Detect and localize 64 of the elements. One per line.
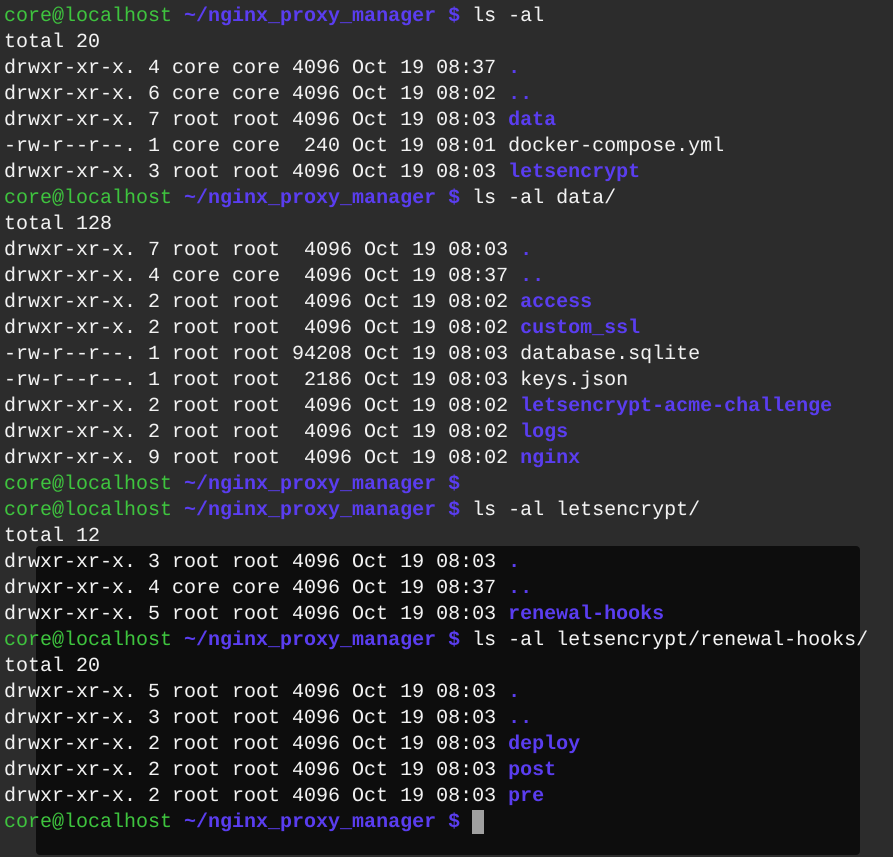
file-details: -rw-r--r--. 1 root root 2186 Oct 19 08:03 [4, 368, 508, 394]
file-details: drwxr-xr-x. 2 root root 4096 Oct 19 08:03 [4, 784, 496, 810]
directory-name: letsencrypt-acme-challenge [520, 394, 832, 420]
directory-name: .. [508, 576, 532, 602]
prompt-user: core@localhost [4, 498, 172, 524]
prompt-user: core@localhost [4, 4, 172, 30]
directory-name: letsencrypt [508, 160, 640, 186]
file-details: drwxr-xr-x. 2 root root 4096 Oct 19 08:03 [4, 758, 496, 784]
directory-name: logs [520, 420, 568, 446]
directory-name: .. [508, 706, 532, 732]
file-details: drwxr-xr-x. 4 core core 4096 Oct 19 08:37 [4, 576, 496, 602]
command-text: ls -al letsencrypt/renewal-hooks/ [472, 628, 868, 654]
file-details: drwxr-xr-x. 4 core core 4096 Oct 19 08:37 [4, 56, 496, 82]
command-text: ls -al letsencrypt/ [472, 498, 700, 524]
directory-name: data [508, 108, 556, 134]
file-details: drwxr-xr-x. 9 root root 4096 Oct 19 08:02 [4, 446, 508, 472]
directory-name: custom_ssl [520, 316, 640, 342]
output-text: total 20 [4, 30, 100, 56]
output-text: total 128 [4, 212, 112, 238]
prompt-user: core@localhost [4, 628, 172, 654]
directory-name: access [520, 290, 592, 316]
file-details: drwxr-xr-x. 7 root root 4096 Oct 19 08:03 [4, 108, 496, 134]
prompt-path: ~/nginx_proxy_manager $ [184, 186, 460, 212]
prompt-path: ~/nginx_proxy_manager $ [184, 472, 460, 498]
directory-name: .. [520, 264, 544, 290]
file-name: docker-compose.yml [508, 134, 724, 160]
directory-name: .. [508, 82, 532, 108]
file-details: drwxr-xr-x. 2 root root 4096 Oct 19 08:02 [4, 316, 508, 342]
prompt-user: core@localhost [4, 186, 172, 212]
file-details: -rw-r--r--. 1 root root 94208 Oct 19 08:03 [4, 342, 508, 368]
file-details: drwxr-xr-x. 5 root root 4096 Oct 19 08:03 [4, 680, 496, 706]
directory-name: . [508, 680, 520, 706]
directory-name: pre [508, 784, 544, 810]
command-text: ls -al [472, 4, 544, 30]
file-details: drwxr-xr-x. 2 root root 4096 Oct 19 08:02 [4, 420, 508, 446]
file-details: drwxr-xr-x. 3 root root 4096 Oct 19 08:03 [4, 160, 496, 186]
file-details: -rw-r--r--. 1 core core 240 Oct 19 08:01 [4, 134, 496, 160]
prompt-path: ~/nginx_proxy_manager $ [184, 498, 460, 524]
output-text: total 12 [4, 524, 100, 550]
prompt-path: ~/nginx_proxy_manager $ [184, 628, 460, 654]
prompt-path: ~/nginx_proxy_manager $ [184, 4, 460, 30]
directory-name: deploy [508, 732, 580, 758]
prompt-user: core@localhost [4, 472, 172, 498]
file-details: drwxr-xr-x. 5 root root 4096 Oct 19 08:03 [4, 602, 496, 628]
file-details: drwxr-xr-x. 4 core core 4096 Oct 19 08:37 [4, 264, 508, 290]
file-details: drwxr-xr-x. 3 root root 4096 Oct 19 08:03 [4, 706, 496, 732]
file-details: drwxr-xr-x. 2 root root 4096 Oct 19 08:03 [4, 732, 496, 758]
prompt-path: ~/nginx_proxy_manager $ [184, 810, 460, 836]
file-details: drwxr-xr-x. 2 root root 4096 Oct 19 08:02 [4, 394, 508, 420]
directory-name: post [508, 758, 556, 784]
file-details: drwxr-xr-x. 3 root root 4096 Oct 19 08:03 [4, 550, 496, 576]
directory-name: renewal-hooks [508, 602, 664, 628]
file-name: database.sqlite [520, 342, 700, 368]
output-text: total 20 [4, 654, 100, 680]
file-name: keys.json [520, 368, 628, 394]
directory-name: . [508, 550, 520, 576]
directory-name: . [520, 238, 532, 264]
file-details: drwxr-xr-x. 2 root root 4096 Oct 19 08:02 [4, 290, 508, 316]
file-details: drwxr-xr-x. 7 root root 4096 Oct 19 08:03 [4, 238, 508, 264]
directory-name: nginx [520, 446, 580, 472]
directory-name: . [508, 56, 520, 82]
file-details: drwxr-xr-x. 6 core core 4096 Oct 19 08:02 [4, 82, 496, 108]
prompt-user: core@localhost [4, 810, 172, 836]
command-text: ls -al data/ [472, 186, 616, 212]
